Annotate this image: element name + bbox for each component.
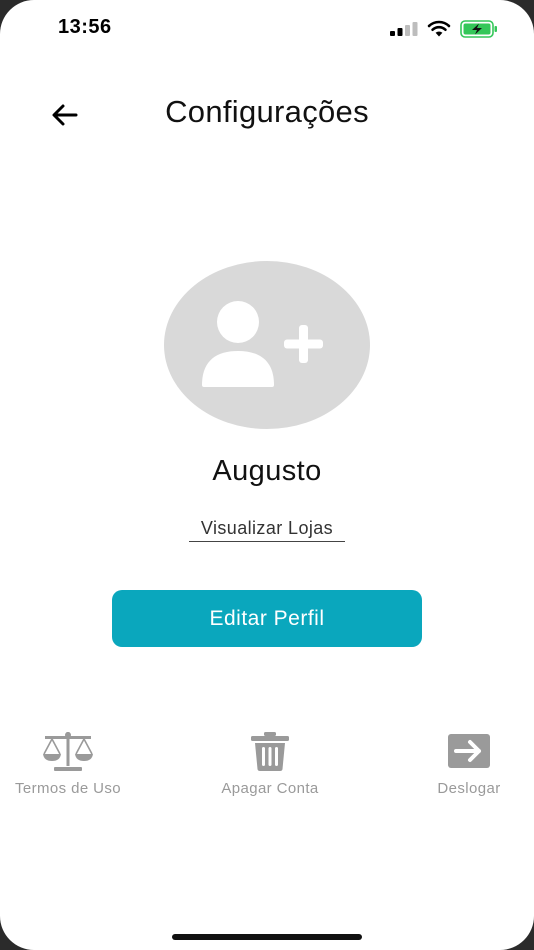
delete-account-label: Apagar Conta (221, 780, 319, 797)
terms-of-use-label: Termos de Uso (14, 780, 122, 797)
add-user-icon (202, 301, 323, 387)
delete-account-button[interactable]: Apagar Conta (200, 728, 340, 797)
cellular-signal-icon (390, 22, 418, 36)
logout-button[interactable]: Deslogar (420, 728, 518, 797)
avatar[interactable] (164, 261, 370, 429)
status-time: 13:56 (58, 16, 112, 38)
user-name: Augusto (212, 455, 322, 487)
logout-label: Deslogar (437, 780, 501, 797)
view-stores-link[interactable]: Visualizar Lojas (189, 518, 345, 542)
wifi-icon (427, 20, 451, 37)
home-indicator (172, 934, 362, 940)
page-title: Configurações (165, 94, 369, 129)
edit-profile-button[interactable]: Editar Perfil (112, 590, 422, 647)
terms-of-use-button[interactable]: Termos de Uso (0, 728, 136, 797)
trash-icon (251, 732, 289, 771)
battery-charging-icon (460, 20, 497, 38)
logout-arrow-icon (448, 734, 490, 768)
app-screen: 13:56 Configurações Augusto Visualizar L… (0, 0, 534, 950)
status-bar: 13:56 (0, 0, 534, 58)
balance-scale-icon (43, 732, 93, 771)
